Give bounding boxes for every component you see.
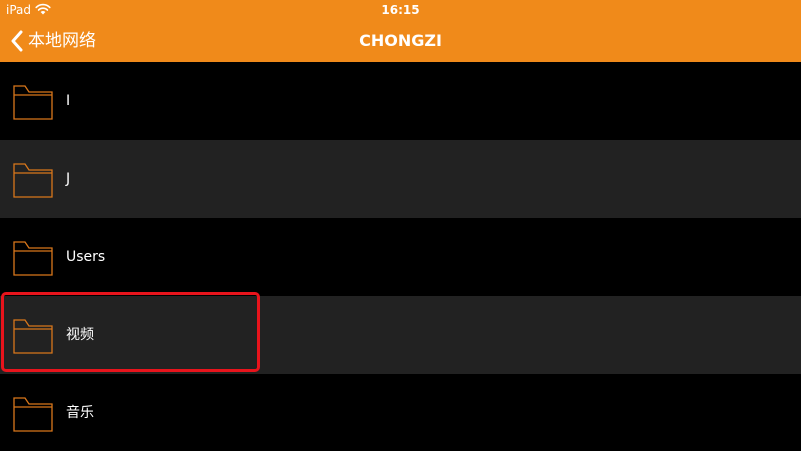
folder-name: I (66, 93, 71, 109)
folder-name: 音乐 (66, 405, 94, 421)
folder-row-video[interactable]: 视频 (0, 296, 801, 374)
folder-icon (13, 397, 53, 432)
folder-icon (13, 163, 53, 198)
status-time: 16:15 (381, 3, 420, 17)
nav-bar: 本地网络 CHONGZI (0, 20, 801, 62)
folder-row-j[interactable]: J (0, 140, 801, 218)
folder-name: Users (66, 249, 106, 265)
header: iPad 16:15 本地网络 CHONGZI (0, 0, 801, 62)
folder-name: J (66, 171, 71, 187)
screen: iPad 16:15 本地网络 CHONGZI I J Users 视频 音乐 (0, 0, 801, 451)
folder-row-users[interactable]: Users (0, 218, 801, 296)
page-title: CHONGZI (359, 31, 442, 50)
folder-row-music[interactable]: 音乐 (0, 374, 801, 451)
status-bar: iPad 16:15 (0, 0, 801, 20)
folder-name: 视频 (66, 327, 94, 343)
folder-icon (13, 241, 53, 276)
folder-icon (13, 319, 53, 354)
folder-list: I J Users 视频 音乐 (0, 62, 801, 451)
folder-row-i[interactable]: I (0, 62, 801, 140)
folder-icon (13, 85, 53, 120)
